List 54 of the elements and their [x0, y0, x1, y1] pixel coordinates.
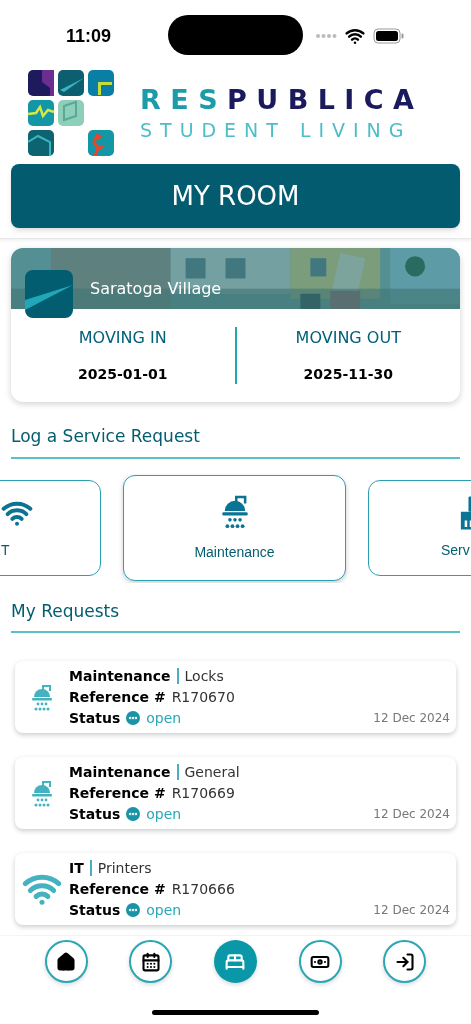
- status-label: Status: [69, 900, 121, 920]
- request-category: Maintenance: [69, 666, 171, 686]
- logo-icon: [28, 70, 116, 156]
- category-card[interactable]: Maintenance: [123, 474, 346, 581]
- status-value: open: [146, 804, 182, 824]
- brand-name: RES PUBLICA: [140, 86, 424, 113]
- reference-label: Reference #: [69, 687, 166, 707]
- request-date: 12 Dec 2024: [373, 901, 450, 919]
- category-card[interactable]: T: [0, 479, 101, 576]
- residence-badge-icon: [25, 270, 73, 318]
- status-value: open: [146, 708, 182, 728]
- request-subcategory: General: [184, 762, 240, 782]
- request-card[interactable]: Maintenance Locks Reference # R170670 Status open 12 Dec 2024: [15, 661, 456, 733]
- nav-button[interactable]: [129, 940, 173, 983]
- battery-icon: [373, 28, 405, 44]
- request-category: Maintenance: [69, 762, 171, 782]
- request-date: 12 Dec 2024: [373, 709, 450, 727]
- moving-in-date: 2025-01-01: [77, 365, 168, 384]
- calendar-icon: [140, 951, 161, 972]
- signal-icon: [315, 33, 337, 39]
- wifi-icon: [345, 26, 365, 46]
- status-icon: [126, 711, 141, 725]
- bed-icon: [225, 951, 246, 972]
- category-card[interactable]: Serv: [368, 479, 471, 576]
- reference-number: R170670: [171, 687, 235, 707]
- brand-tagline: STUDENT LIVING: [140, 121, 412, 140]
- reference-label: Reference #: [69, 783, 166, 803]
- nav-button[interactable]: [298, 940, 342, 983]
- residence-name: Saratoga Village: [90, 278, 222, 300]
- request-category: IT: [69, 858, 84, 878]
- section-title: Log a Service Request: [11, 424, 460, 459]
- moving-out-label: MOVING OUT: [295, 327, 401, 349]
- exit-icon: [394, 951, 415, 972]
- status-time: 11:09: [66, 24, 112, 48]
- nav-button[interactable]: [44, 940, 88, 983]
- request-card[interactable]: IT Printers Reference # R170666 Status open 12 Dec 2024: [15, 853, 456, 925]
- status-icon: [126, 903, 141, 917]
- moving-in-label: MOVING IN: [78, 327, 167, 349]
- moving-out-date: 2025-11-30: [303, 365, 394, 384]
- status-icon: [126, 807, 141, 821]
- request-subcategory: Printers: [97, 858, 152, 878]
- status-value: open: [146, 900, 182, 920]
- section-title: My Requests: [11, 598, 460, 633]
- reference-number: R170669: [171, 783, 235, 803]
- request-card[interactable]: Maintenance General Reference # R170669 Status open 12 Dec 2024: [15, 757, 456, 829]
- request-date: 12 Dec 2024: [373, 805, 450, 823]
- reference-number: R170666: [171, 879, 235, 899]
- request-subcategory: Locks: [184, 666, 224, 686]
- nav-button[interactable]: [383, 940, 427, 983]
- page-title: MY ROOM: [11, 164, 460, 228]
- status-label: Status: [69, 804, 121, 824]
- home-icon: [56, 951, 77, 972]
- reference-label: Reference #: [69, 879, 166, 899]
- status-label: Status: [69, 708, 121, 728]
